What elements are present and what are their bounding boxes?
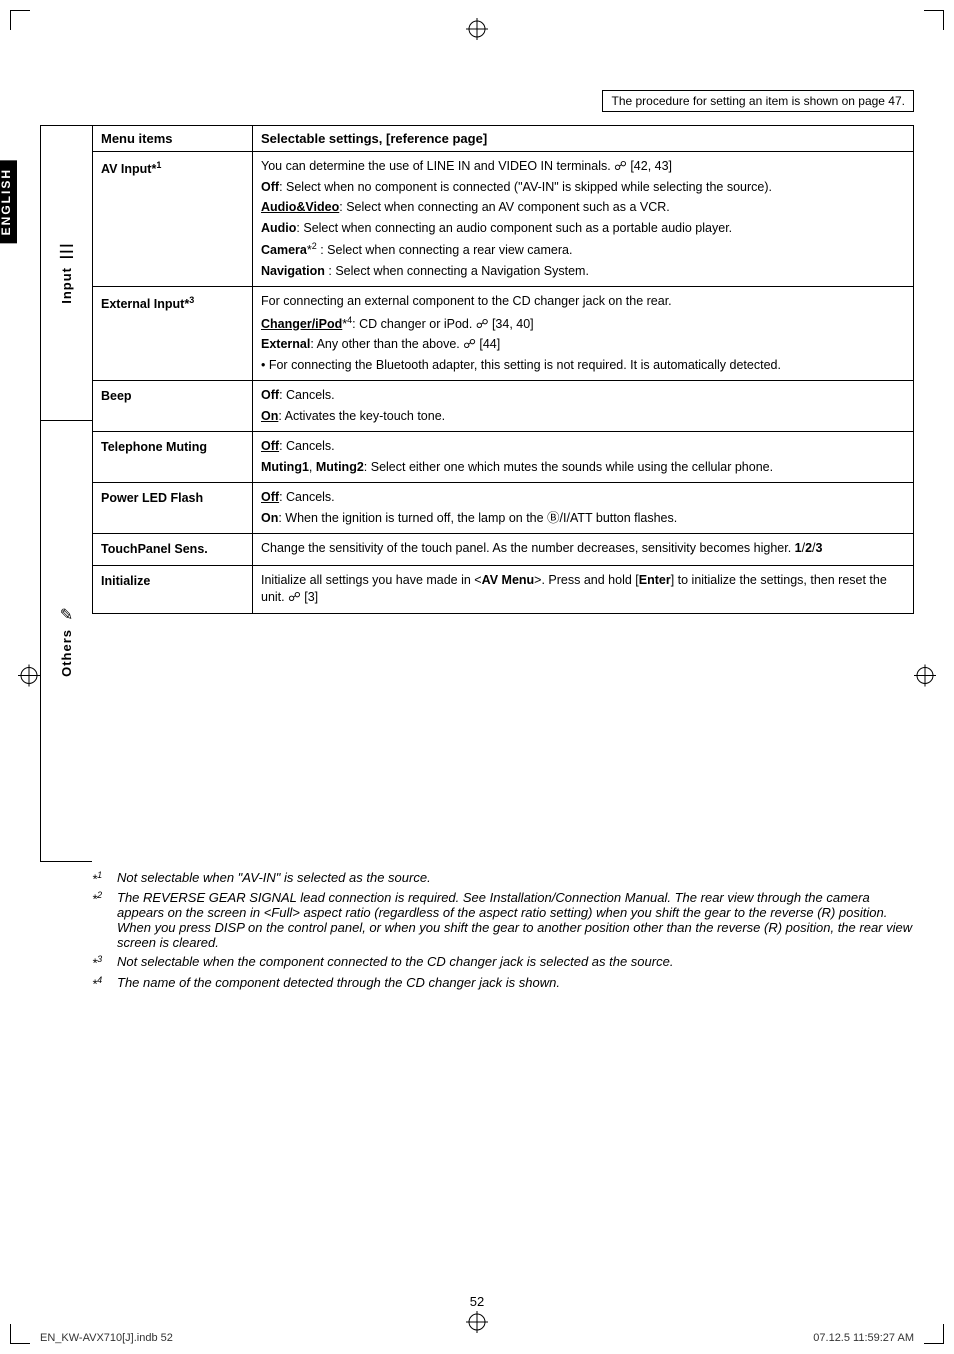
input-label: Input xyxy=(59,267,74,304)
english-tab: ENGLISH xyxy=(0,160,17,243)
settings-beep: Off: Cancels. On: Activates the key-touc… xyxy=(253,381,914,432)
col-header-menu: Menu items xyxy=(93,126,253,152)
footnote-4: *4 The name of the component detected th… xyxy=(92,975,914,991)
settings-initialize: Initialize all settings you have made in… xyxy=(253,565,914,613)
settings-power-led: Off: Cancels. On: When the ignition is t… xyxy=(253,483,914,534)
footnotes: *1 Not selectable when "AV-IN" is select… xyxy=(92,870,914,995)
footnote-2: *2 The REVERSE GEAR SIGNAL lead connecti… xyxy=(92,890,914,950)
input-icon: ☰ xyxy=(58,242,74,263)
table-row: Initialize Initialize all settings you h… xyxy=(93,565,914,613)
menu-item-initialize: Initialize xyxy=(93,565,253,613)
page-number: 52 xyxy=(470,1294,484,1309)
procedure-text: The procedure for setting an item is sho… xyxy=(611,94,905,108)
sidebar-others: ✎ Others xyxy=(41,421,92,861)
procedure-box: The procedure for setting an item is sho… xyxy=(602,90,914,112)
footer-left: EN_KW-AVX710[J].indb 52 xyxy=(40,1332,173,1344)
content-table: Menu items Selectable settings, [referen… xyxy=(92,125,914,614)
table-row: Beep Off: Cancels. On: Activates the key… xyxy=(93,381,914,432)
footer: EN_KW-AVX710[J].indb 52 07.12.5 11:59:27… xyxy=(40,1332,914,1344)
table-row: AV Input*1 You can determine the use of … xyxy=(93,152,914,287)
footnote-3: *3 Not selectable when the component con… xyxy=(92,954,914,970)
settings-touchpanel: Change the sensitivity of the touch pane… xyxy=(253,534,914,566)
settings-av-input: You can determine the use of LINE IN and… xyxy=(253,152,914,287)
footer-right: 07.12.5 11:59:27 AM xyxy=(813,1332,914,1344)
content-area: The procedure for setting an item is sho… xyxy=(40,90,914,1294)
reg-mark-right xyxy=(914,665,936,690)
settings-external-input: For connecting an external component to … xyxy=(253,287,914,381)
menu-item-touchpanel: TouchPanel Sens. xyxy=(93,534,253,566)
table-row: TouchPanel Sens. Change the sensitivity … xyxy=(93,534,914,566)
sidebar-input: ☰ Input xyxy=(41,126,92,421)
menu-item-external-input: External Input*3 xyxy=(93,287,253,381)
others-label: Others xyxy=(59,629,74,677)
settings-telephone-muting: Off: Cancels. Muting1, Muting2: Select e… xyxy=(253,432,914,483)
reg-mark-left xyxy=(18,665,40,690)
table-row: Telephone Muting Off: Cancels. Muting1, … xyxy=(93,432,914,483)
others-icon: ✎ xyxy=(60,605,73,625)
table-row: Power LED Flash Off: Cancels. On: When t… xyxy=(93,483,914,534)
reg-mark-top xyxy=(466,18,488,43)
menu-item-beep: Beep xyxy=(93,381,253,432)
footnote-1: *1 Not selectable when "AV-IN" is select… xyxy=(92,870,914,886)
menu-item-telephone-muting: Telephone Muting xyxy=(93,432,253,483)
menu-item-power-led: Power LED Flash xyxy=(93,483,253,534)
menu-item-av-input: AV Input*1 xyxy=(93,152,253,287)
content-table-wrapper: Menu items Selectable settings, [referen… xyxy=(92,125,914,614)
col-header-settings: Selectable settings, [reference page] xyxy=(253,126,914,152)
table-row: External Input*3 For connecting an exter… xyxy=(93,287,914,381)
